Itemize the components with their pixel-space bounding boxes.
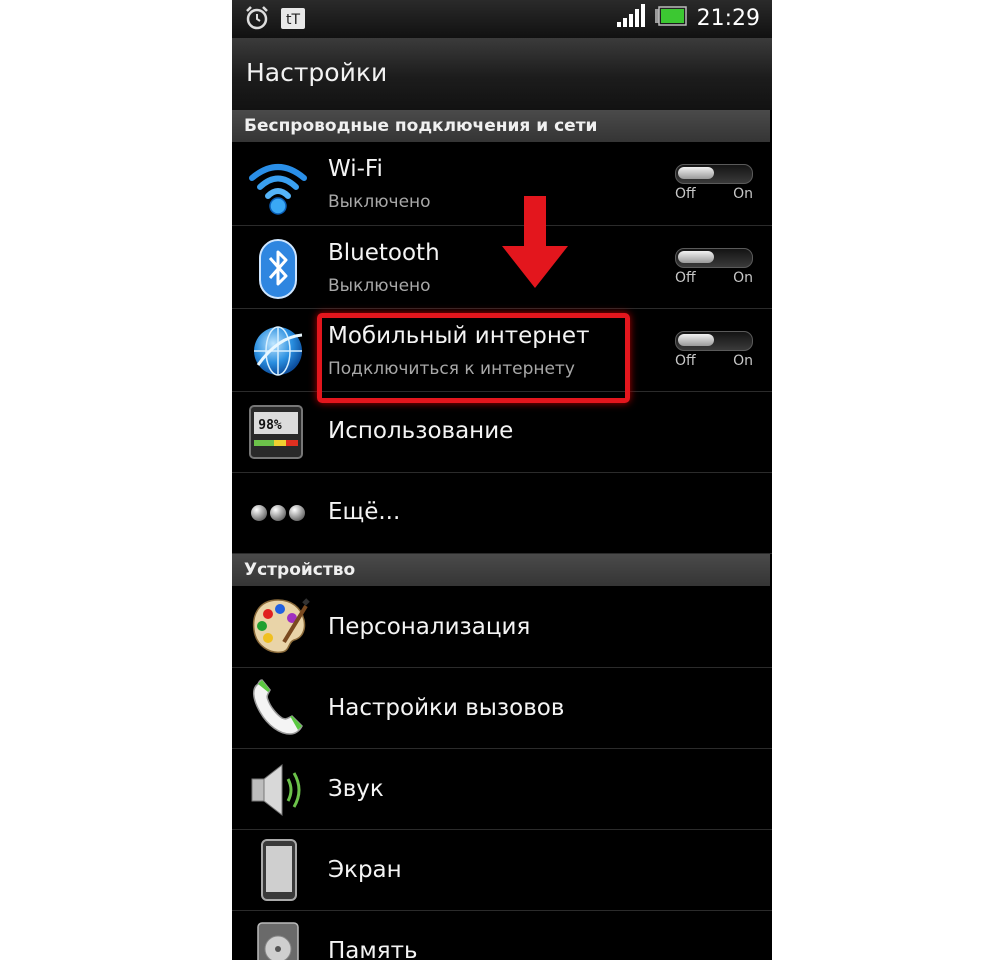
- notification-icon: tT: [280, 5, 306, 35]
- settings-row-display[interactable]: Экран: [232, 830, 772, 911]
- memory-disk-icon: [248, 921, 308, 960]
- bluetooth-icon: [248, 238, 308, 299]
- mobile-internet-toggle-on-label: On: [733, 353, 753, 369]
- memory-title: Память: [328, 938, 418, 960]
- globe-icon: [248, 321, 308, 381]
- phone-handset-icon: [248, 678, 308, 738]
- palette-icon: [248, 596, 310, 656]
- status-clock: 21:29: [696, 5, 760, 31]
- title-bar: Настройки: [232, 38, 772, 111]
- page-title: Настройки: [246, 58, 388, 87]
- more-title: Ещё...: [328, 499, 401, 525]
- wifi-toggle[interactable]: Off On: [675, 164, 753, 214]
- phone-screen-icon: [248, 838, 308, 901]
- usage-title: Использование: [328, 418, 514, 444]
- bluetooth-toggle-on-label: On: [733, 270, 753, 286]
- more-dots-icon: [248, 497, 308, 557]
- wifi-toggle-track: [675, 164, 753, 184]
- usage-gauge-text: 98%: [258, 418, 282, 433]
- display-title: Экран: [328, 857, 402, 883]
- settings-row-personalization[interactable]: Персонализация: [232, 586, 772, 668]
- settings-row-memory[interactable]: Память: [232, 911, 772, 960]
- settings-row-more[interactable]: Ещё...: [232, 473, 772, 554]
- signal-icon: [616, 4, 645, 32]
- phone-screen: tT 21:29 Настройки Беспроводные подключе…: [232, 0, 772, 960]
- mobile-internet-toggle[interactable]: Off On: [675, 331, 753, 381]
- settings-row-usage[interactable]: 98% Использование: [232, 392, 772, 473]
- status-bar: tT 21:29: [232, 0, 772, 38]
- section-header-device: Устройство: [232, 554, 770, 586]
- bluetooth-subtitle: Выключено: [328, 276, 431, 296]
- wifi-title: Wi-Fi: [328, 156, 383, 182]
- speaker-icon: [248, 761, 308, 821]
- personalization-title: Персонализация: [328, 614, 531, 640]
- usage-gauge-icon: 98%: [248, 404, 308, 464]
- mobile-internet-toggle-off-label: Off: [675, 353, 696, 369]
- wifi-subtitle: Выключено: [328, 192, 431, 212]
- bluetooth-title: Bluetooth: [328, 240, 440, 266]
- bluetooth-toggle[interactable]: Off On: [675, 248, 753, 298]
- wifi-toggle-off-label: Off: [675, 186, 696, 202]
- settings-row-sound[interactable]: Звук: [232, 749, 772, 830]
- settings-row-call-settings[interactable]: Настройки вызовов: [232, 668, 772, 749]
- mobile-internet-toggle-knob: [678, 334, 714, 346]
- mobile-internet-toggle-track: [675, 331, 753, 351]
- wifi-toggle-knob: [678, 167, 714, 179]
- wifi-icon: [248, 156, 308, 216]
- call-settings-title: Настройки вызовов: [328, 695, 565, 721]
- arrow-down-icon: [500, 196, 570, 288]
- bluetooth-toggle-knob: [678, 251, 714, 263]
- wifi-toggle-on-label: On: [733, 186, 753, 202]
- notification-icon-text: tT: [286, 12, 300, 28]
- battery-icon: [654, 6, 687, 30]
- section-header-wireless: Беспроводные подключения и сети: [232, 110, 770, 142]
- bluetooth-toggle-track: [675, 248, 753, 268]
- sound-title: Звук: [328, 776, 384, 802]
- highlight-box: [317, 313, 630, 403]
- alarm-clock-icon: [244, 5, 270, 35]
- bluetooth-toggle-off-label: Off: [675, 270, 696, 286]
